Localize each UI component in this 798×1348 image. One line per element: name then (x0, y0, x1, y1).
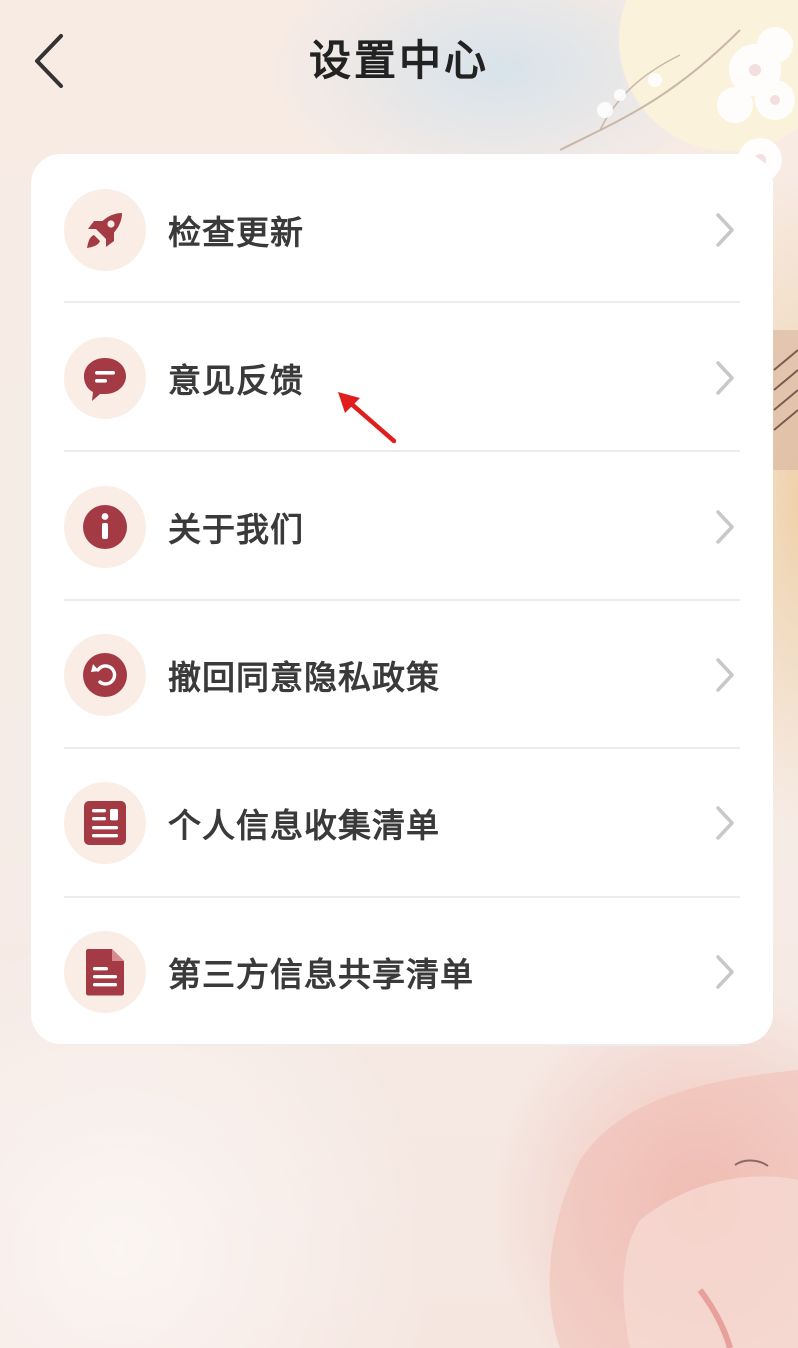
settings-item-label: 意见反馈 (168, 361, 304, 400)
settings-item-revoke-privacy[interactable]: 撤回同意隐私政策 (64, 601, 740, 749)
divider (64, 450, 740, 452)
page-title: 设置中心 (308, 36, 489, 85)
divider (64, 301, 740, 303)
rocket-icon (87, 213, 122, 248)
settings-item-label: 关于我们 (168, 510, 304, 549)
icon-container (64, 634, 146, 716)
settings-item-label: 检查更新 (168, 213, 304, 252)
settings-item-personal-info-list[interactable]: 个人信息收集清单 (64, 749, 740, 897)
chat-bubble-icon (84, 358, 126, 401)
chevron-right-icon (710, 358, 740, 398)
settings-card: 检查更新 意见反馈 关于我们 撤回同意隐私政策 个人信息收集清单 第三方信息共享… (31, 154, 773, 1046)
settings-item-about-us[interactable]: 关于我们 (64, 453, 740, 601)
settings-item-label: 个人信息收集清单 (168, 806, 440, 845)
chevron-right-icon (710, 507, 740, 547)
info-icon (83, 505, 127, 549)
settings-item-label: 第三方信息共享清单 (168, 955, 474, 994)
divider (64, 1044, 740, 1046)
icon-container (64, 337, 146, 419)
icon-container (64, 931, 146, 1013)
icon-container (64, 486, 146, 568)
settings-item-check-update[interactable]: 检查更新 (64, 156, 740, 304)
chevron-right-icon (710, 952, 740, 992)
list-document-icon (84, 801, 126, 845)
file-icon (86, 949, 124, 996)
chevron-right-icon (710, 655, 740, 695)
chevron-right-icon (710, 210, 740, 250)
settings-item-feedback[interactable]: 意见反馈 (64, 304, 740, 452)
settings-item-third-party-list[interactable]: 第三方信息共享清单 (64, 898, 740, 1046)
chevron-right-icon (710, 803, 740, 843)
icon-container (64, 782, 146, 864)
icon-container (64, 189, 146, 271)
settings-item-label: 撤回同意隐私政策 (168, 658, 440, 697)
app-header: 设置中心 (0, 0, 798, 126)
undo-icon (83, 653, 127, 697)
